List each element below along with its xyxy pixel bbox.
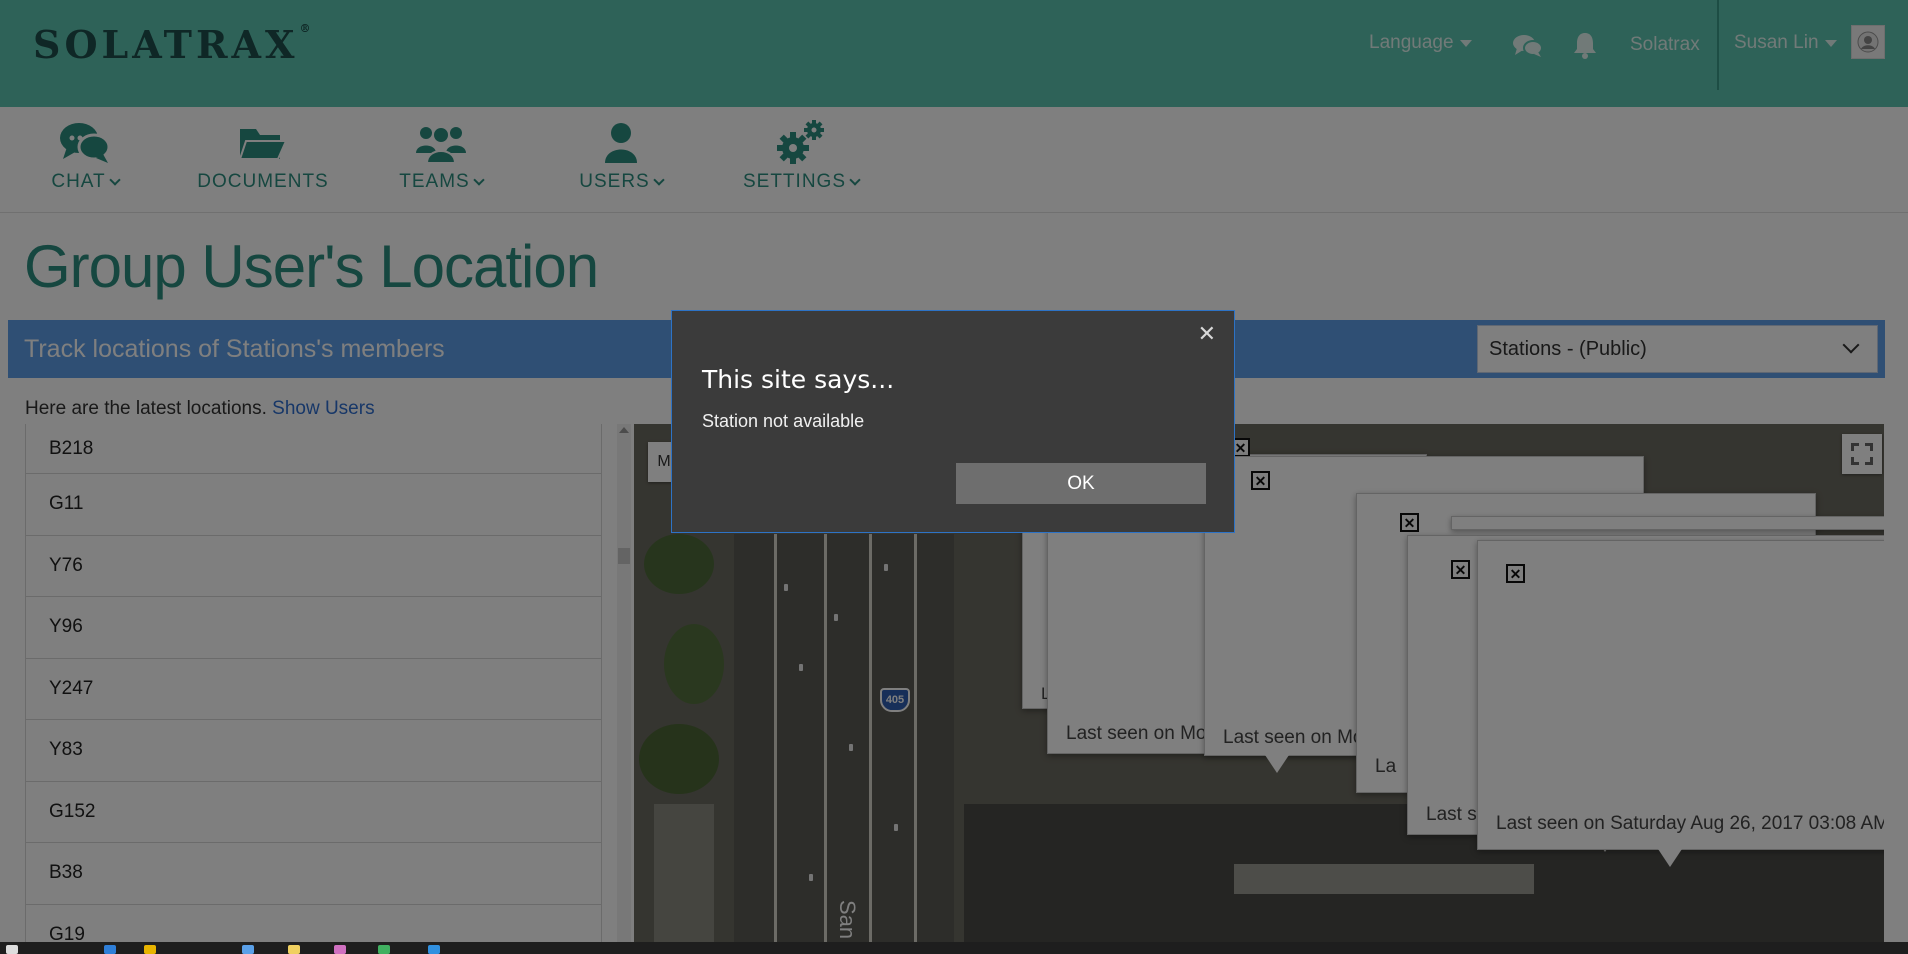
taskbar-app-icon[interactable] (104, 945, 116, 954)
taskbar-app-icon[interactable] (334, 945, 346, 954)
dialog-title: This site says... (702, 365, 895, 394)
ok-button[interactable]: OK (956, 463, 1206, 504)
start-icon[interactable] (6, 945, 18, 954)
taskbar-app-icon[interactable] (378, 945, 390, 954)
alert-dialog: ✕ This site says... Station not availabl… (671, 310, 1235, 533)
taskbar-app-icon[interactable] (144, 945, 156, 954)
taskbar-app-icon[interactable] (288, 945, 300, 954)
taskbar-app-icon[interactable] (428, 945, 440, 954)
taskbar-app-icon[interactable] (242, 945, 254, 954)
close-icon[interactable]: ✕ (1198, 323, 1216, 345)
os-taskbar (0, 942, 1908, 954)
dialog-message: Station not available (702, 411, 865, 431)
